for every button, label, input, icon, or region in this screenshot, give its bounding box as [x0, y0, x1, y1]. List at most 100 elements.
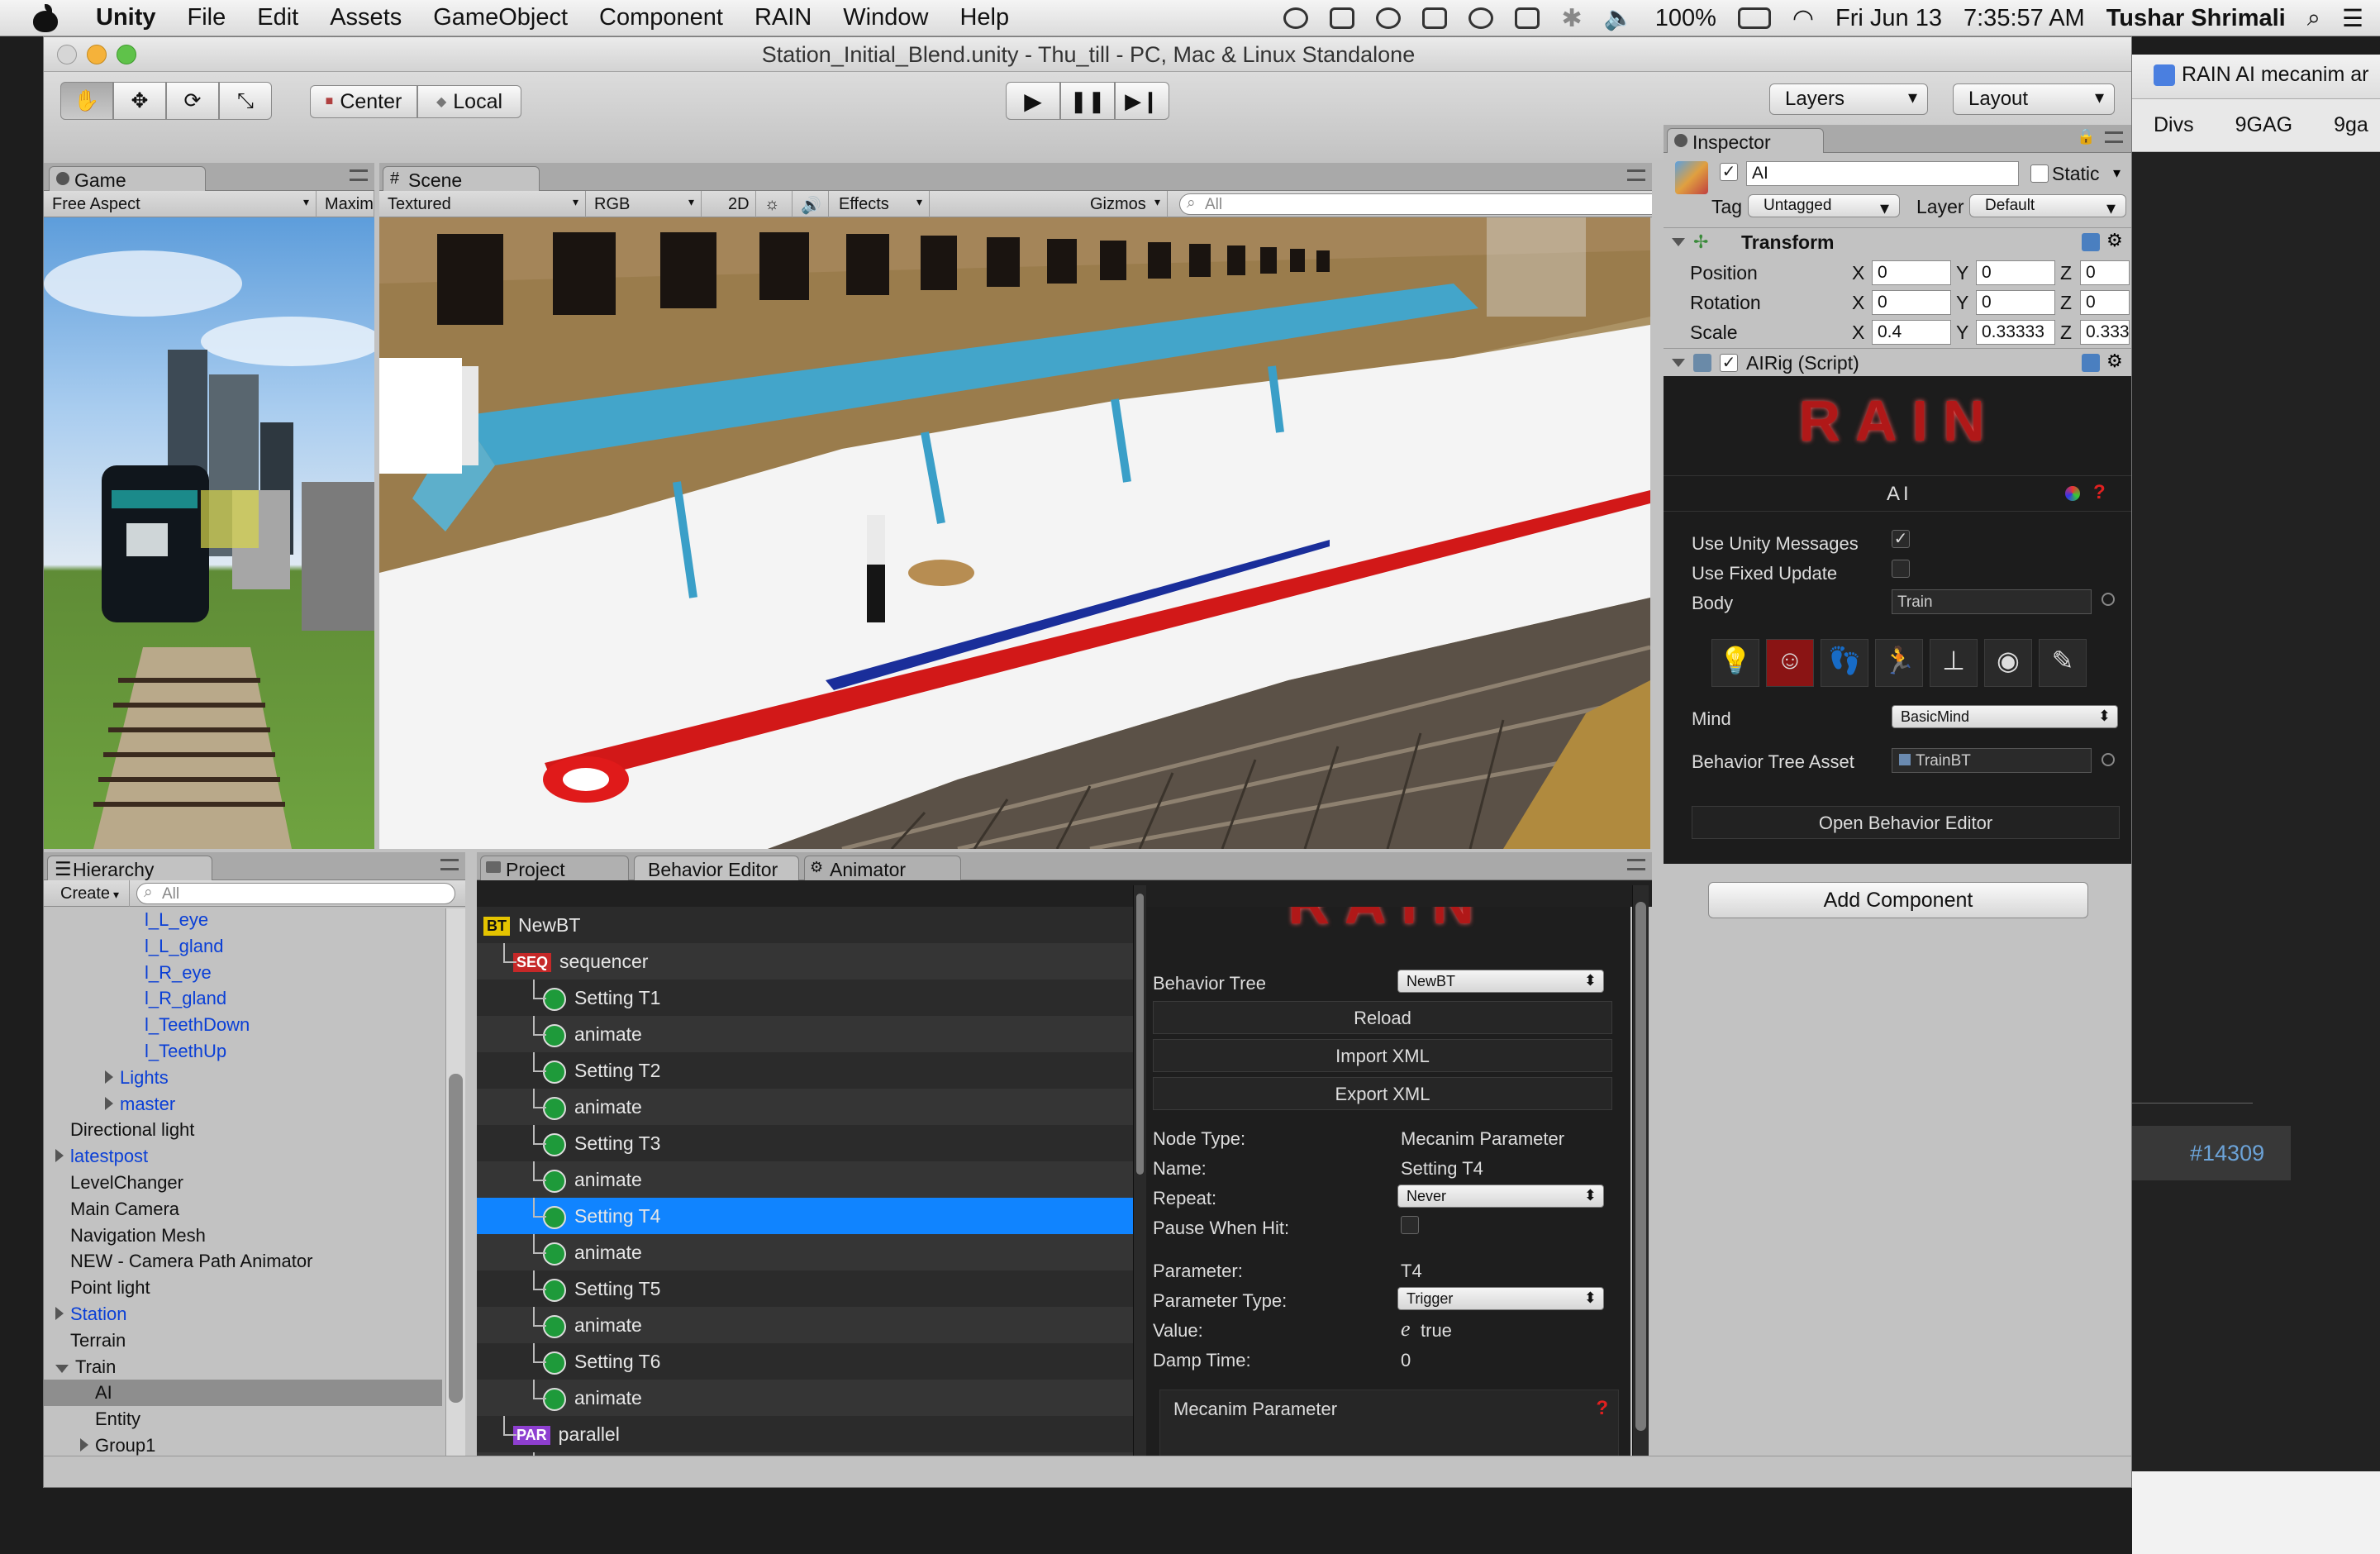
- mind-dropdown[interactable]: BasicMind: [1892, 705, 2118, 728]
- tree-node[interactable]: animate: [477, 1307, 1133, 1343]
- tree-node[interactable]: animate: [477, 1016, 1133, 1052]
- use-unity-messages-checkbox[interactable]: ✓: [1892, 530, 1910, 548]
- hierarchy-item[interactable]: Lights: [44, 1065, 442, 1091]
- static-checkbox[interactable]: [2030, 164, 2049, 183]
- hierarchy-item[interactable]: Directional light: [44, 1117, 442, 1143]
- layers-dropdown[interactable]: Layers: [1769, 83, 1928, 115]
- render-mode-dropdown[interactable]: Textured ▾: [379, 191, 586, 217]
- tab-hierarchy[interactable]: ☰ Hierarchy: [47, 856, 212, 880]
- behavior-tree-view[interactable]: BT NewBT SEQ sequencer Setting T1 animate Sett…: [477, 907, 1133, 1480]
- expand-arrow-right-icon[interactable]: [80, 1438, 88, 1452]
- tag-dropdown[interactable]: Untagged: [1748, 194, 1900, 219]
- tree-node[interactable]: animate: [477, 1161, 1133, 1198]
- expression-icon[interactable]: e: [1401, 1317, 1411, 1342]
- hierarchy-item[interactable]: l_TeethDown: [44, 1012, 442, 1038]
- scale-x-field[interactable]: 0.4: [1872, 320, 1951, 345]
- name-value[interactable]: Setting T4: [1401, 1158, 1483, 1180]
- hierarchy-scroll-thumb[interactable]: [449, 1074, 463, 1403]
- creative-cloud-icon[interactable]: [1283, 7, 1309, 29]
- tree-node[interactable]: Setting T5: [477, 1270, 1133, 1307]
- export-xml-button[interactable]: Export XML: [1153, 1077, 1612, 1110]
- notification-bell-icon[interactable]: [1376, 7, 1402, 29]
- hierarchy-item[interactable]: Train: [44, 1354, 442, 1380]
- close-button[interactable]: [57, 45, 77, 64]
- play-button[interactable]: ▶: [1006, 82, 1060, 120]
- hierarchy-scrollbar[interactable]: [445, 908, 465, 1480]
- gizmos-dropdown[interactable]: Gizmos ▾: [1082, 191, 1168, 217]
- navigation-icon[interactable]: ⊥: [1930, 639, 1978, 687]
- menu-file[interactable]: File: [188, 4, 226, 31]
- gear-icon[interactable]: ⚙: [2106, 350, 2123, 372]
- value-value[interactable]: true: [1421, 1320, 1452, 1342]
- maximize-on-play-toggle[interactable]: Maxim: [317, 191, 374, 217]
- rotation-z-field[interactable]: 0: [2080, 290, 2130, 315]
- repeat-dropdown[interactable]: Never: [1397, 1185, 1604, 1208]
- color-palette-icon[interactable]: [2065, 486, 2080, 501]
- expand-arrow-down-icon[interactable]: [55, 1364, 69, 1373]
- aspect-dropdown[interactable]: Free Aspect ▾: [44, 191, 317, 217]
- pause-button[interactable]: ❚❚: [1060, 82, 1115, 120]
- mind-head-icon[interactable]: ☺: [1766, 639, 1814, 687]
- bookmark-9ga[interactable]: 9ga: [2334, 113, 2368, 137]
- hierarchy-item[interactable]: Navigation Mesh: [44, 1223, 442, 1249]
- menu-rain[interactable]: RAIN: [754, 4, 812, 31]
- position-z-field[interactable]: 0: [2080, 260, 2130, 285]
- tree-node[interactable]: animate: [477, 1380, 1133, 1416]
- tab-animator[interactable]: ⚙ Animator: [804, 856, 961, 880]
- clock[interactable]: 7:35:57 AM: [1963, 5, 2085, 32]
- reload-button[interactable]: Reload: [1153, 1001, 1612, 1034]
- object-picker-icon[interactable]: [2102, 753, 2115, 766]
- menu-edit[interactable]: Edit: [257, 4, 298, 31]
- help-icon[interactable]: ?: [1596, 1397, 1608, 1420]
- active-checkbox[interactable]: ✓: [1720, 163, 1738, 181]
- scene-search-input[interactable]: ⌕ All: [1179, 193, 1652, 215]
- scene-panel-menu-icon[interactable]: [1627, 169, 1645, 181]
- battery-monitor-icon[interactable]: [1515, 7, 1540, 29]
- expand-arrow-right-icon[interactable]: [105, 1096, 113, 1110]
- running-icon[interactable]: 🏃: [1875, 639, 1923, 687]
- pause-when-hit-checkbox[interactable]: [1401, 1216, 1419, 1234]
- menu-help[interactable]: Help: [959, 4, 1009, 31]
- object-name-field[interactable]: AI: [1746, 161, 2019, 186]
- hierarchy-item[interactable]: LevelChanger: [44, 1170, 442, 1196]
- tree-node[interactable]: animate: [477, 1234, 1133, 1270]
- step-button[interactable]: ▶❙: [1115, 82, 1169, 120]
- issue-number[interactable]: #14309: [2132, 1126, 2291, 1180]
- light-bulb-icon[interactable]: 💡: [1711, 639, 1759, 687]
- bookmark-9gag[interactable]: 9GAG: [2235, 113, 2292, 137]
- tree-node[interactable]: BT NewBT: [477, 907, 1133, 943]
- audio-toggle[interactable]: 🔊: [793, 191, 829, 217]
- use-fixed-update-checkbox[interactable]: [1892, 560, 1910, 578]
- expand-arrow-right-icon[interactable]: [55, 1307, 64, 1320]
- tab-inspector[interactable]: Inspector: [1667, 128, 1824, 153]
- inspector-menu-icon[interactable]: [2105, 131, 2123, 143]
- properties-scroll-thumb[interactable]: [1635, 902, 1646, 1431]
- hierarchy-item[interactable]: master: [44, 1091, 442, 1118]
- scene-viewport[interactable]: [379, 217, 1650, 849]
- hierarchy-item[interactable]: latestpost: [44, 1143, 442, 1170]
- object-picker-icon[interactable]: [2102, 593, 2115, 606]
- tree-node[interactable]: SEQ sequencer: [477, 943, 1133, 980]
- hierarchy-item[interactable]: l_TeethUp: [44, 1038, 442, 1065]
- hierarchy-menu-icon[interactable]: [440, 859, 459, 870]
- rotate-tool-button[interactable]: ⟳: [166, 82, 219, 120]
- hierarchy-item[interactable]: l_L_gland: [44, 933, 442, 960]
- lock-icon[interactable]: 🔒: [2077, 128, 2095, 145]
- bluetooth-icon[interactable]: ✱: [1561, 4, 1582, 33]
- browser-tab[interactable]: RAIN AI mecanim ar: [2132, 55, 2380, 99]
- bookmark-divs[interactable]: Divs: [2154, 113, 2194, 137]
- hierarchy-item[interactable]: l_R_eye: [44, 960, 442, 986]
- tree-node[interactable]: Setting T1: [477, 980, 1133, 1016]
- game-viewport[interactable]: [44, 217, 374, 849]
- rotation-x-field[interactable]: 0: [1872, 290, 1951, 315]
- pivot-center-button[interactable]: ■ Center: [310, 85, 417, 118]
- import-xml-button[interactable]: Import XML: [1153, 1039, 1612, 1072]
- apple-icon[interactable]: [33, 3, 58, 32]
- help-icon[interactable]: ?: [2093, 481, 2106, 504]
- volume-icon[interactable]: 🔈: [1604, 4, 1634, 32]
- tree-node[interactable]: PAR parallel: [477, 1416, 1133, 1452]
- tab-behavior-editor[interactable]: Behavior Editor: [634, 856, 799, 880]
- minimize-button[interactable]: [87, 45, 107, 64]
- hierarchy-item[interactable]: Station: [44, 1301, 442, 1328]
- battery-icon[interactable]: [1737, 7, 1771, 29]
